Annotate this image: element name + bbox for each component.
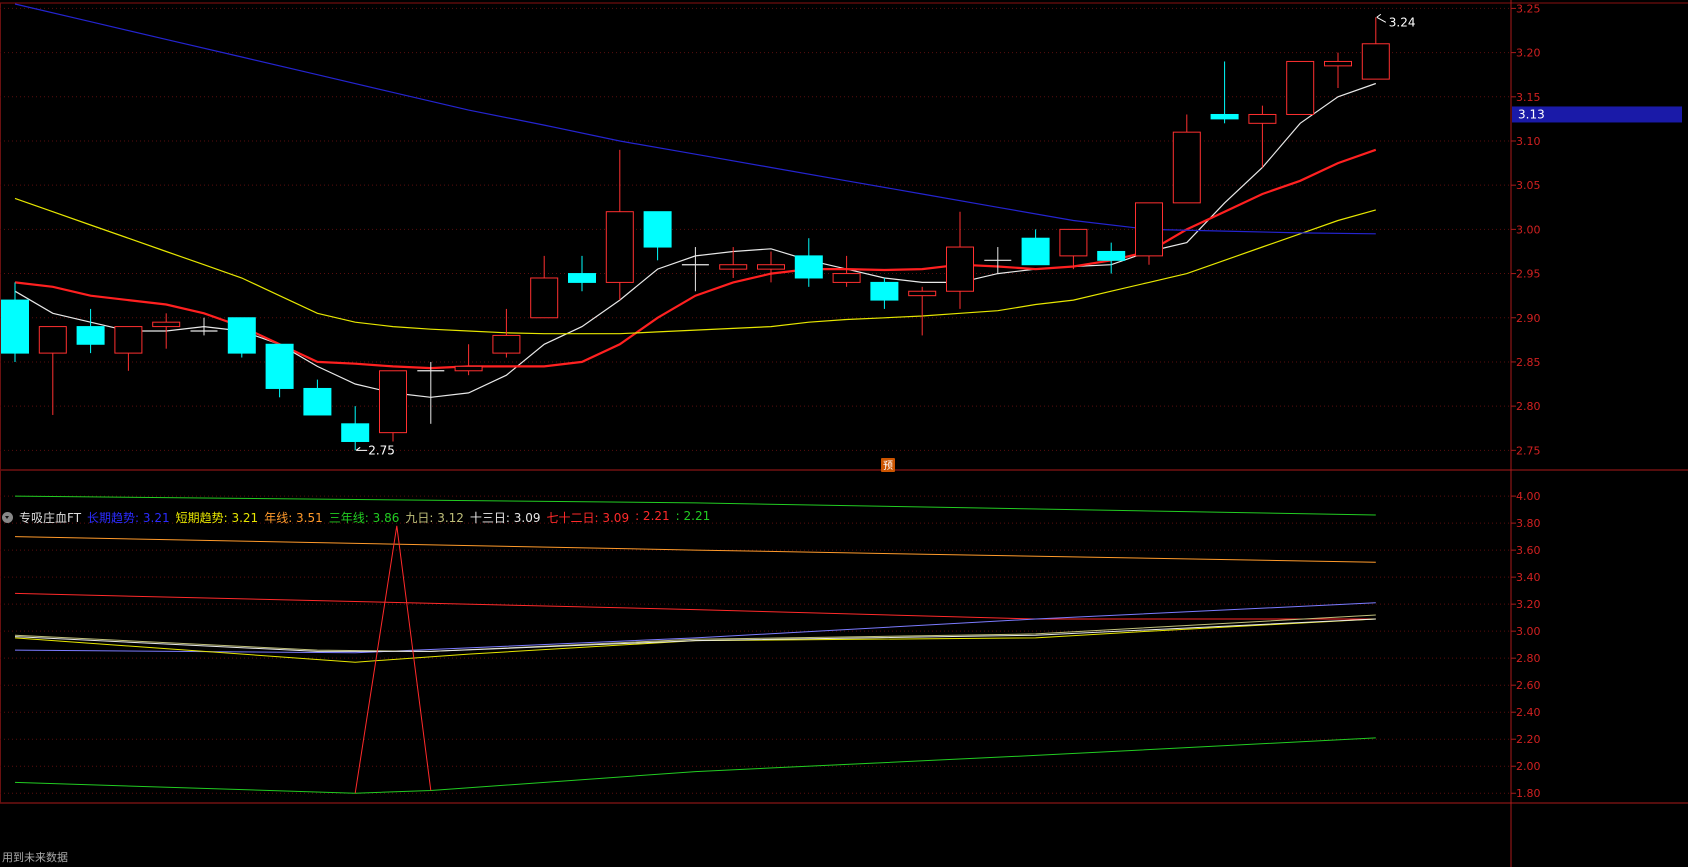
main-y-tick-label: 3.15 xyxy=(1516,91,1541,104)
candle-body-up xyxy=(152,321,181,328)
candle-body-up xyxy=(379,370,407,434)
legend-item-6: 七十二日: 3.09 xyxy=(546,510,630,525)
candle-body-down xyxy=(76,326,105,345)
indicator-series-line xyxy=(14,618,1376,652)
candle-body-down xyxy=(643,211,672,248)
legend-item-1: 短期趋势: 3.21 xyxy=(175,510,259,525)
legend-item-7: : 2.21 xyxy=(635,508,670,523)
low-price-label: 2.75 xyxy=(368,443,395,457)
indicator-y-tick-label: 2.60 xyxy=(1516,679,1541,692)
candle-body-up xyxy=(1248,113,1277,124)
indicator-y-tick-label: 2.80 xyxy=(1516,652,1541,665)
candle-body-up xyxy=(908,290,937,297)
chart-canvas: 3.25 3.20 3.15 3.10 3.05 3.00 2.95 2.90 2.85 2.80… xyxy=(0,0,1688,867)
legend-item-0: 长期趋势: 3.21 xyxy=(87,510,170,525)
candle-body-up xyxy=(757,264,785,270)
indicator-y-tick-label: 3.00 xyxy=(1516,625,1541,638)
candle-body-down xyxy=(265,343,294,389)
indicator-y-tick-label: 3.40 xyxy=(1516,571,1541,584)
legend-item-5: 十三日: 3.09 xyxy=(469,510,541,525)
indicator-series-line xyxy=(14,614,1376,652)
indicator-y-tick-label: 3.60 xyxy=(1516,544,1541,557)
candle-body-up xyxy=(1361,43,1390,80)
candle-body-up xyxy=(946,246,974,292)
candle-body-up xyxy=(454,365,483,372)
legend-items: 长期趋势: 3.21 短期趋势: 3.21 年线: 3.51 三年线: 3.86 九日:… xyxy=(87,509,716,526)
main-y-tick-label: 2.80 xyxy=(1516,400,1541,413)
candle-body-down xyxy=(1210,113,1239,120)
candle-body-down xyxy=(303,387,332,416)
high-marker-arrow xyxy=(1376,13,1387,23)
candle-body-up xyxy=(1135,202,1163,257)
legend-item-8: : 2.21 xyxy=(675,508,711,523)
candle-body-down xyxy=(1097,250,1126,261)
main-y-tick-label: 3.10 xyxy=(1516,135,1541,148)
candle-body-up xyxy=(605,211,634,283)
indicator-series-line xyxy=(14,737,1376,794)
candle-body-up xyxy=(492,334,521,354)
legend-item-3: 三年线: 3.86 xyxy=(328,510,400,525)
candle-body-up xyxy=(1172,131,1201,204)
legend-item-2: 年线: 3.51 xyxy=(264,510,323,525)
indicator-series-line xyxy=(14,592,1376,620)
candle-body-down xyxy=(568,273,596,283)
legend-item-4: 九日: 3.12 xyxy=(405,510,464,525)
candle-body-up xyxy=(719,264,748,270)
forecast-badge-label: 预 xyxy=(883,460,893,472)
low-marker-arrow xyxy=(355,446,368,451)
indicator-y-tick-label: 3.20 xyxy=(1516,598,1541,611)
indicator-legend: 专吸庄血FT 长期趋势: 3.21 短期趋势: 3.21 年线: 3.51 三年线: … xyxy=(2,509,716,525)
current-price-label: 3.13 xyxy=(1518,107,1545,121)
main-y-tick-label: 3.05 xyxy=(1516,179,1541,192)
candle-body-up xyxy=(1286,60,1315,115)
indicator-y-tick-label: 3.80 xyxy=(1516,517,1541,530)
candle-body-down xyxy=(1,299,29,354)
main-y-tick-label: 2.75 xyxy=(1516,444,1541,457)
indicator-series-line xyxy=(14,536,1376,563)
main-y-tick-label: 3.20 xyxy=(1516,47,1541,60)
candle-body-up xyxy=(38,326,67,354)
candle-body-up xyxy=(1324,60,1352,67)
candle-body-down xyxy=(1021,237,1050,266)
main-y-tick-label: 3.00 xyxy=(1516,223,1541,236)
main-y-tick-label: 2.90 xyxy=(1516,312,1541,325)
indicator-name[interactable]: 专吸庄血FT xyxy=(19,509,81,526)
candle-body-up xyxy=(832,273,861,283)
future-data-note: 用到未来数据 xyxy=(2,851,68,864)
candle-body-up xyxy=(1059,228,1088,257)
candle-body-up xyxy=(114,326,143,354)
main-y-tick-label: 3.25 xyxy=(1516,2,1541,15)
main-ma-blue-line xyxy=(14,3,1376,235)
indicator-y-tick-label: 2.20 xyxy=(1516,733,1541,746)
candle-body-up xyxy=(530,277,559,319)
indicator-y-tick-label: 4.00 xyxy=(1516,490,1541,503)
indicator-y-tick-label: 2.00 xyxy=(1516,760,1541,773)
main-ma-white-line xyxy=(14,82,1376,398)
candle-body-down xyxy=(341,423,370,442)
indicator-y-tick-label: 1.80 xyxy=(1516,787,1541,800)
candle-body-down xyxy=(870,281,899,301)
candle-body-down xyxy=(794,255,823,279)
main-y-tick-label: 2.85 xyxy=(1516,356,1541,369)
high-price-label: 3.24 xyxy=(1389,15,1416,29)
main-y-tick-label: 2.95 xyxy=(1516,268,1541,281)
collapse-icon[interactable] xyxy=(2,511,13,523)
candle-body-down xyxy=(227,317,256,354)
indicator-y-tick-label: 2.40 xyxy=(1516,706,1541,719)
